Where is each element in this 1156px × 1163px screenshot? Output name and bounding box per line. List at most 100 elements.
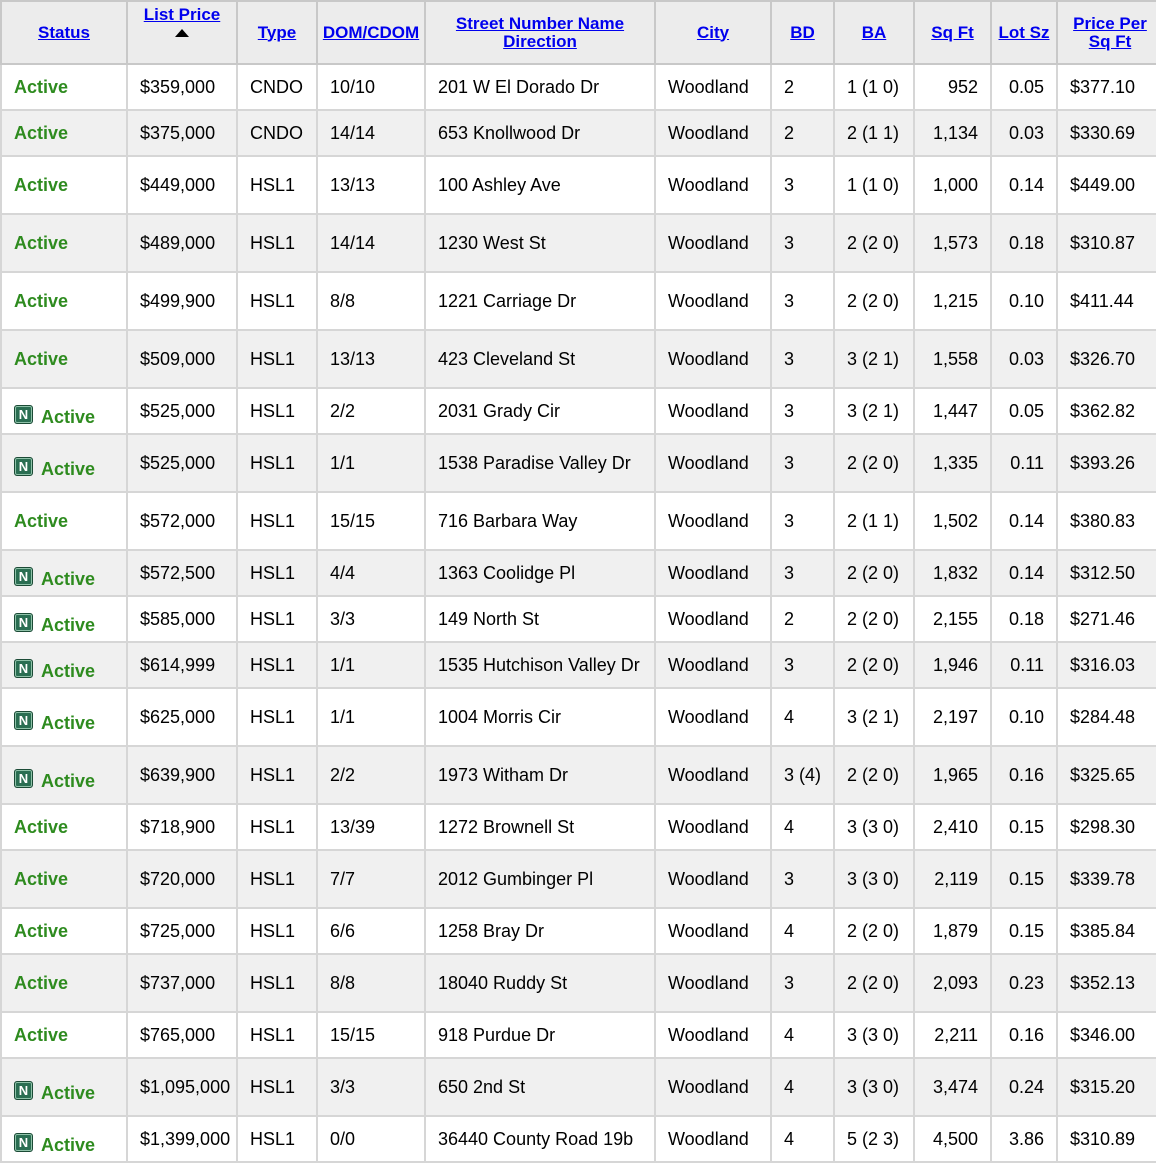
sort-link-status[interactable]: Status bbox=[38, 23, 90, 42]
status-badge: Active bbox=[41, 770, 96, 791]
status-badge: Active bbox=[41, 614, 96, 635]
sort-link-sqft[interactable]: Sq Ft bbox=[931, 23, 974, 42]
cell-status: N Active bbox=[0, 433, 128, 493]
cell-bedrooms: 4 bbox=[770, 687, 835, 747]
col-header-type[interactable]: Type bbox=[236, 0, 318, 65]
cell-city: Woodland bbox=[654, 745, 772, 805]
cell-bedrooms: 4 bbox=[770, 907, 835, 955]
table-row[interactable]: Active $765,000 HSL1 15/15 918 Purdue Dr Wood… bbox=[0, 1011, 1156, 1059]
cell-lot-size: 0.15 bbox=[990, 907, 1058, 955]
cell-bathrooms: 3 (3 0) bbox=[833, 803, 915, 851]
cell-type: CNDO bbox=[236, 109, 318, 157]
table-row[interactable]: N Active $525,000 HSL1 1/1 1538 Paradise Vall… bbox=[0, 433, 1156, 493]
cell-square-feet: 2,197 bbox=[913, 687, 992, 747]
table-row[interactable]: Active $359,000 CNDO 10/10 201 W El Dorado D… bbox=[0, 63, 1156, 111]
table-row[interactable]: Active $718,900 HSL1 13/39 1272 Brownell St W… bbox=[0, 803, 1156, 851]
cell-status: Active bbox=[0, 271, 128, 331]
cell-bedrooms: 3 bbox=[770, 213, 835, 273]
table-row[interactable]: N Active $585,000 HSL1 3/3 149 North St Woodla… bbox=[0, 595, 1156, 643]
table-row[interactable]: N Active $1,399,000 HSL1 0/0 36440 County Roa… bbox=[0, 1115, 1156, 1163]
cell-street-address: 650 2nd St bbox=[424, 1057, 656, 1117]
col-header-price-per-sqft[interactable]: Price Per Sq Ft bbox=[1056, 0, 1156, 65]
cell-price-per-sqft: $339.78 bbox=[1056, 849, 1156, 909]
status-badge: Active bbox=[14, 920, 69, 941]
cell-list-price: $572,000 bbox=[126, 491, 238, 551]
sort-link-bd[interactable]: BD bbox=[790, 23, 815, 42]
table-row[interactable]: Active $499,900 HSL1 8/8 1221 Carriage Dr Woo… bbox=[0, 271, 1156, 331]
cell-status: Active bbox=[0, 803, 128, 851]
sort-link-city[interactable]: City bbox=[697, 23, 729, 42]
cell-city: Woodland bbox=[654, 109, 772, 157]
cell-bathrooms: 2 (2 0) bbox=[833, 549, 915, 597]
new-listing-icon: N bbox=[14, 566, 33, 586]
cell-type: HSL1 bbox=[236, 1057, 318, 1117]
cell-lot-size: 0.16 bbox=[990, 1011, 1058, 1059]
table-row[interactable]: N Active $572,500 HSL1 4/4 1363 Coolidge Pl Wo… bbox=[0, 549, 1156, 597]
sort-link-list-price[interactable]: List Price bbox=[144, 6, 221, 24]
cell-bedrooms: 2 bbox=[770, 63, 835, 111]
col-header-city[interactable]: City bbox=[654, 0, 772, 65]
cell-street-address: 423 Cleveland St bbox=[424, 329, 656, 389]
cell-status: Active bbox=[0, 329, 128, 389]
cell-type: HSL1 bbox=[236, 387, 318, 435]
sort-link-street[interactable]: Street Number Name Direction bbox=[445, 14, 635, 51]
table-row[interactable]: Active $449,000 HSL1 13/13 100 Ashley Ave Woo… bbox=[0, 155, 1156, 215]
cell-street-address: 1230 West St bbox=[424, 213, 656, 273]
table-row[interactable]: Active $572,000 HSL1 15/15 716 Barbara Way Wo… bbox=[0, 491, 1156, 551]
cell-city: Woodland bbox=[654, 63, 772, 111]
cell-bedrooms: 3 bbox=[770, 433, 835, 493]
table-row[interactable]: Active $720,000 HSL1 7/7 2012 Gumbinger Pl Wo… bbox=[0, 849, 1156, 909]
cell-dom-cdom: 10/10 bbox=[316, 63, 426, 111]
table-row[interactable]: N Active $625,000 HSL1 1/1 1004 Morris Cir Woo… bbox=[0, 687, 1156, 747]
sort-link-type[interactable]: Type bbox=[258, 23, 296, 42]
table-row[interactable]: Active $489,000 HSL1 14/14 1230 West St Woodl… bbox=[0, 213, 1156, 273]
status-badge: Active bbox=[14, 290, 69, 311]
col-header-street[interactable]: Street Number Name Direction bbox=[424, 0, 656, 65]
cell-city: Woodland bbox=[654, 803, 772, 851]
col-header-lot-size[interactable]: Lot Sz bbox=[990, 0, 1058, 65]
cell-list-price: $375,000 bbox=[126, 109, 238, 157]
cell-bathrooms: 3 (3 0) bbox=[833, 1011, 915, 1059]
new-listing-icon: N bbox=[14, 404, 33, 424]
sort-link-lot-size[interactable]: Lot Sz bbox=[999, 23, 1050, 42]
sort-link-price-per-sqft[interactable]: Price Per Sq Ft bbox=[1068, 14, 1152, 51]
table-row[interactable]: N Active $614,999 HSL1 1/1 1535 Hutchison Val… bbox=[0, 641, 1156, 689]
col-header-dom-cdom[interactable]: DOM/CDOM bbox=[316, 0, 426, 65]
table-row[interactable]: N Active $525,000 HSL1 2/2 2031 Grady Cir Wood… bbox=[0, 387, 1156, 435]
cell-square-feet: 1,447 bbox=[913, 387, 992, 435]
cell-type: HSL1 bbox=[236, 953, 318, 1013]
col-header-bd[interactable]: BD bbox=[770, 0, 835, 65]
cell-price-per-sqft: $325.65 bbox=[1056, 745, 1156, 805]
col-header-sqft[interactable]: Sq Ft bbox=[913, 0, 992, 65]
cell-lot-size: 0.18 bbox=[990, 595, 1058, 643]
table-row[interactable]: N Active $639,900 HSL1 2/2 1973 Witham Dr Wood… bbox=[0, 745, 1156, 805]
cell-list-price: $509,000 bbox=[126, 329, 238, 389]
cell-street-address: 653 Knollwood Dr bbox=[424, 109, 656, 157]
table-row[interactable]: Active $509,000 HSL1 13/13 423 Cleveland St W… bbox=[0, 329, 1156, 389]
cell-type: HSL1 bbox=[236, 1011, 318, 1059]
cell-lot-size: 0.11 bbox=[990, 433, 1058, 493]
cell-price-per-sqft: $362.82 bbox=[1056, 387, 1156, 435]
table-row[interactable]: Active $737,000 HSL1 8/8 18040 Ruddy St Woodl… bbox=[0, 953, 1156, 1013]
sort-link-dom-cdom[interactable]: DOM/CDOM bbox=[323, 23, 419, 42]
cell-status: N Active bbox=[0, 641, 128, 689]
table-row[interactable]: Active $725,000 HSL1 6/6 1258 Bray Dr Woodlan… bbox=[0, 907, 1156, 955]
cell-price-per-sqft: $377.10 bbox=[1056, 63, 1156, 111]
table-row[interactable]: N Active $1,095,000 HSL1 3/3 650 2nd St Woodla… bbox=[0, 1057, 1156, 1117]
table-row[interactable]: Active $375,000 CNDO 14/14 653 Knollwood Dr W… bbox=[0, 109, 1156, 157]
table-body: Active $359,000 CNDO 10/10 201 W El Dorado D… bbox=[0, 63, 1156, 1163]
cell-street-address: 36440 County Road 19b bbox=[424, 1115, 656, 1163]
col-header-ba[interactable]: BA bbox=[833, 0, 915, 65]
cell-lot-size: 0.16 bbox=[990, 745, 1058, 805]
cell-status: Active bbox=[0, 63, 128, 111]
cell-type: HSL1 bbox=[236, 745, 318, 805]
status-group: N Active bbox=[14, 710, 95, 733]
cell-square-feet: 1,946 bbox=[913, 641, 992, 689]
col-header-list-price[interactable]: List Price bbox=[126, 0, 238, 65]
sort-link-ba[interactable]: BA bbox=[862, 23, 887, 42]
cell-lot-size: 0.10 bbox=[990, 271, 1058, 331]
col-header-status[interactable]: Status bbox=[0, 0, 128, 65]
cell-type: HSL1 bbox=[236, 549, 318, 597]
cell-status: N Active bbox=[0, 1115, 128, 1163]
new-listing-icon: N bbox=[14, 1132, 33, 1152]
